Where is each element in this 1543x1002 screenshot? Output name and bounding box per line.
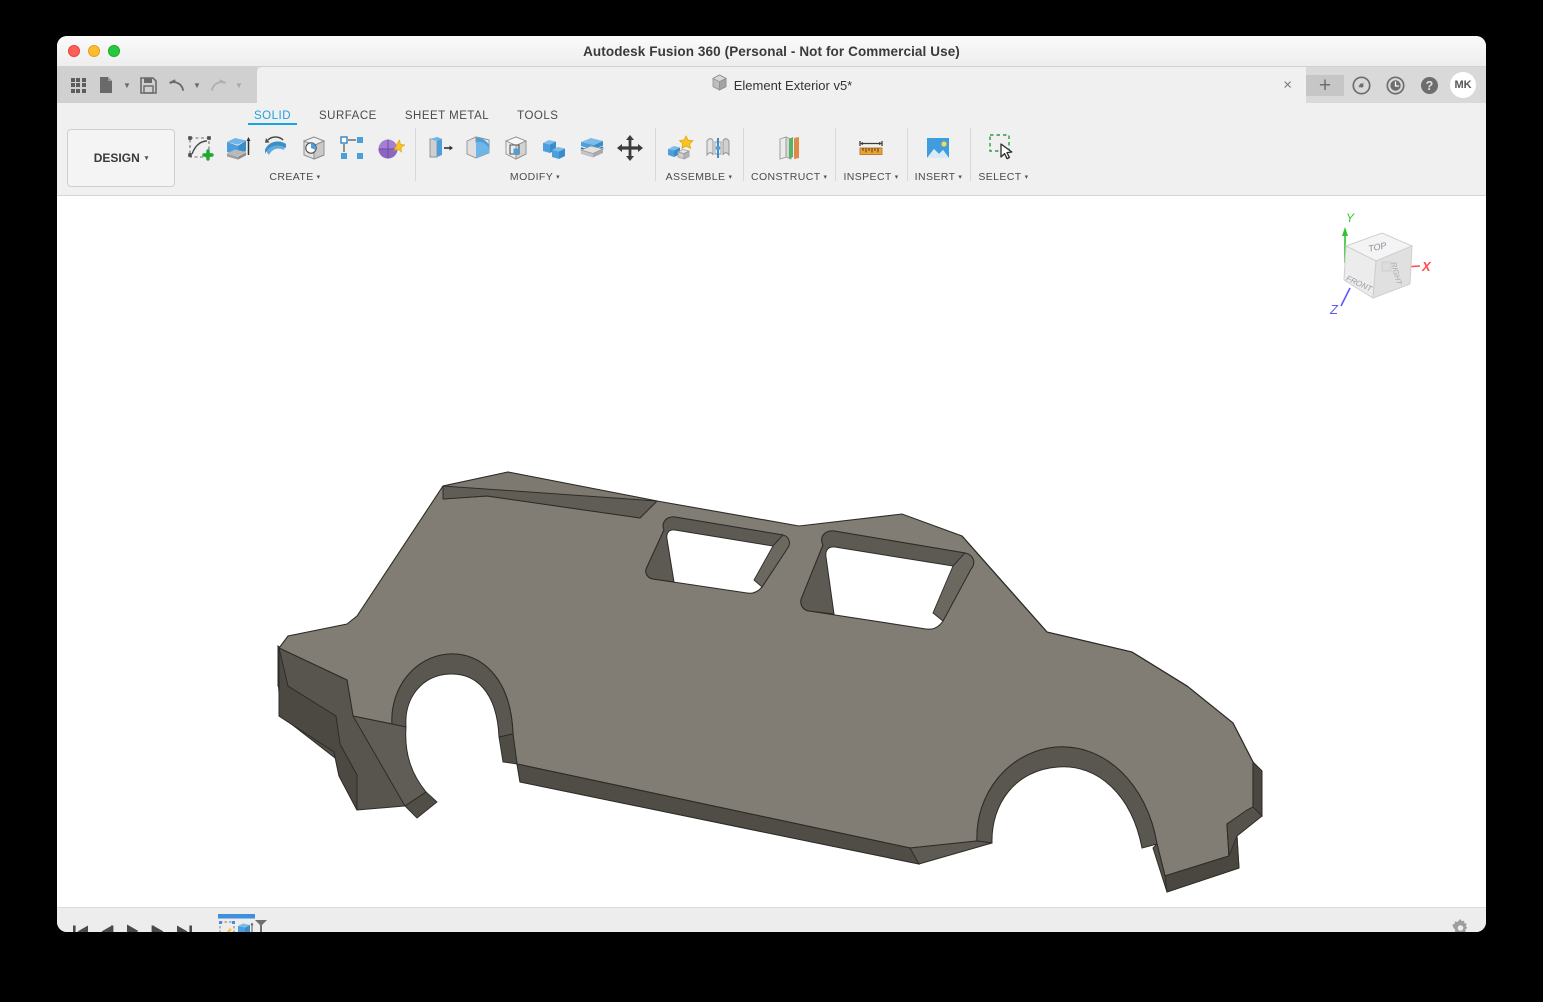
pattern-icon[interactable]	[335, 131, 369, 165]
app-grid-icon[interactable]	[65, 72, 91, 98]
extrude-feature[interactable]	[238, 922, 254, 933]
traffic-light-buttons	[68, 45, 120, 57]
move-copy-icon[interactable]	[613, 131, 647, 165]
workspace-selector[interactable]: DESIGN ▾	[67, 129, 175, 187]
tab-sheet-metal[interactable]: SHEET METAL	[391, 110, 503, 125]
new-component-icon[interactable]	[663, 131, 697, 165]
tab-strip: ▼ ▼ ▼ Element Exterior v5* × + ? MK	[57, 67, 1486, 103]
window-title: Autodesk Fusion 360 (Personal - Not for …	[583, 43, 960, 59]
ribbon-group-modify: MODIFY ▾	[415, 125, 655, 191]
step-forward-button[interactable]	[145, 916, 171, 932]
joint-icon[interactable]	[701, 131, 735, 165]
ribbon-group-assemble-label: ASSEMBLE	[665, 171, 726, 183]
undo-icon[interactable]	[163, 72, 189, 98]
save-icon[interactable]	[135, 72, 161, 98]
cube-icon	[711, 74, 728, 96]
close-window-button[interactable]	[68, 45, 80, 57]
chevron-down-icon: ▾	[1024, 174, 1029, 181]
gear-icon[interactable]	[1451, 919, 1470, 932]
ribbon-group-select: SELECT ▾	[970, 125, 1036, 191]
shell-icon[interactable]	[499, 131, 533, 165]
go-to-end-button[interactable]	[171, 916, 197, 932]
create-sketch-icon[interactable]	[183, 131, 217, 165]
axis-label-x: X	[1421, 259, 1432, 274]
new-tab-button[interactable]: +	[1306, 74, 1344, 96]
chevron-down-icon: ▾	[958, 174, 963, 181]
ribbon-group-create-label: CREATE	[269, 171, 314, 183]
axis-label-y: Y	[1346, 211, 1355, 225]
create-form-icon[interactable]	[373, 131, 407, 165]
chevron-down-icon: ▾	[823, 174, 828, 181]
timeline-group-bar	[218, 914, 255, 919]
viewport-canvas[interactable]: Y X Z TOP FRONT RIGHT	[57, 196, 1486, 907]
timeline-bar	[57, 907, 1486, 932]
application-window: Autodesk Fusion 360 (Personal - Not for …	[57, 36, 1486, 932]
view-cube-body: TOP FRONT RIGHT	[1343, 232, 1414, 299]
document-tab-label: Element Exterior v5*	[733, 77, 853, 93]
recent-clock-icon[interactable]	[1378, 75, 1412, 95]
window-select-icon[interactable]	[986, 131, 1020, 165]
file-dropdown-caret-icon[interactable]: ▼	[121, 72, 133, 98]
press-pull-icon[interactable]	[423, 131, 457, 165]
combine-icon[interactable]	[537, 131, 571, 165]
ribbon-group-select-label: SELECT	[978, 171, 1022, 183]
car-body-extrusion[interactable]	[277, 471, 1263, 893]
z-axis-line	[1340, 287, 1351, 307]
play-button[interactable]	[119, 916, 145, 932]
sketch-feature[interactable]	[219, 921, 235, 932]
ribbon-toolbar: DESIGN ▾ CREATE ▾ MODIFY ▾ ASSEMBLE ▾ CO…	[57, 125, 1486, 196]
ribbon-tab-row: SOLID SURFACE SHEET METAL TOOLS	[57, 103, 1486, 125]
ribbon-group-inspect: INSPECT ▾	[835, 125, 906, 191]
undo-dropdown-caret-icon[interactable]: ▼	[191, 72, 203, 98]
ribbon-group-construct: CONSTRUCT ▾	[743, 125, 835, 191]
tab-surface[interactable]: SURFACE	[305, 110, 391, 125]
ribbon-group-insert-label: INSERT	[914, 171, 956, 183]
chevron-down-icon: ▾	[728, 174, 733, 181]
title-bar: Autodesk Fusion 360 (Personal - Not for …	[57, 36, 1486, 67]
axis-label-z: Z	[1329, 302, 1339, 317]
chevron-down-icon: ▾	[894, 174, 899, 181]
chevron-down-icon: ▾	[144, 155, 149, 162]
chevron-down-icon: ▾	[556, 174, 561, 181]
quick-access-toolbar: ▼ ▼ ▼	[57, 67, 257, 103]
ribbon-group-insert: INSERT ▾	[906, 125, 971, 191]
extrude-icon[interactable]	[221, 131, 255, 165]
insert-image-icon[interactable]	[921, 131, 955, 165]
chevron-down-icon: ▾	[316, 174, 321, 181]
ribbon-group-create: CREATE ▾	[175, 125, 415, 191]
redo-icon[interactable]	[205, 72, 231, 98]
offset-plane-icon[interactable]	[772, 131, 806, 165]
revolve-icon[interactable]	[259, 131, 293, 165]
model-3d-view[interactable]	[57, 196, 1486, 907]
tab-actions: + ? MK	[1306, 67, 1486, 103]
svg-text:?: ?	[1425, 79, 1433, 93]
close-icon[interactable]: ×	[1283, 78, 1292, 93]
document-tab[interactable]: Element Exterior v5* ×	[257, 67, 1306, 103]
redo-dropdown-caret-icon[interactable]: ▼	[233, 72, 245, 98]
maximize-window-button[interactable]	[108, 45, 120, 57]
go-to-beginning-button[interactable]	[67, 916, 93, 932]
tab-tools[interactable]: TOOLS	[503, 110, 572, 125]
step-back-button[interactable]	[93, 916, 119, 932]
timeline-marker[interactable]	[255, 920, 267, 932]
tab-solid[interactable]: SOLID	[240, 110, 305, 125]
ribbon-group-construct-label: CONSTRUCT	[751, 171, 821, 183]
file-icon[interactable]	[93, 72, 119, 98]
ribbon-group-assemble: ASSEMBLE ▾	[655, 125, 743, 191]
avatar[interactable]: MK	[1450, 72, 1476, 98]
speedometer-icon[interactable]	[1344, 75, 1378, 95]
minimize-window-button[interactable]	[88, 45, 100, 57]
fillet-icon[interactable]	[461, 131, 495, 165]
workspace-label: DESIGN	[93, 151, 140, 165]
view-cube[interactable]: Y X Z TOP FRONT RIGHT	[1316, 208, 1434, 323]
sweep-icon[interactable]	[297, 131, 331, 165]
split-face-icon[interactable]	[575, 131, 609, 165]
timeline-features[interactable]	[217, 914, 273, 932]
ribbon-group-inspect-label: INSPECT	[843, 171, 892, 183]
measure-icon[interactable]	[854, 131, 888, 165]
help-icon[interactable]: ?	[1412, 76, 1446, 95]
ribbon-group-modify-label: MODIFY	[509, 171, 554, 183]
